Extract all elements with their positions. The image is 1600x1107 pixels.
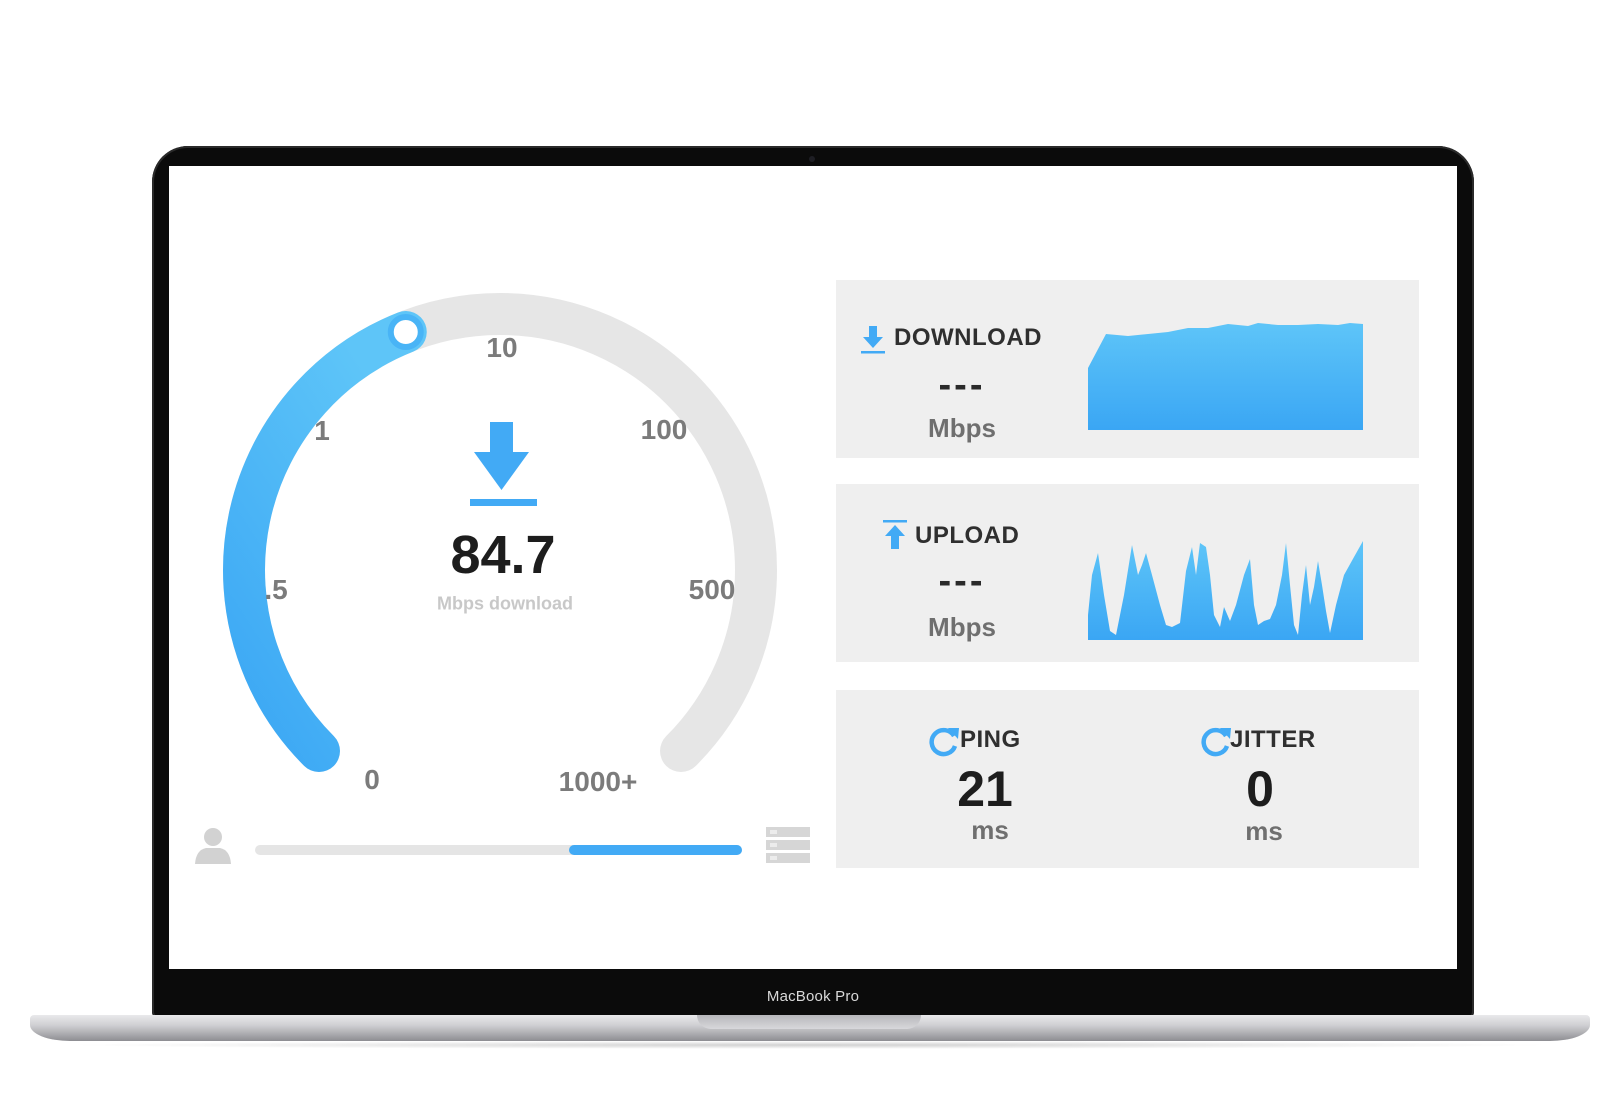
upload-icon (883, 520, 907, 549)
user-icon (195, 828, 231, 864)
gauge-label-100: 100 (640, 414, 688, 445)
ping-title: PING (960, 726, 1021, 753)
download-graph (1088, 323, 1363, 430)
gauge-label-500: 500 (688, 574, 736, 605)
upload-value: --- (938, 560, 986, 602)
download-icon (861, 326, 885, 354)
connection-progress-fill (569, 845, 742, 855)
download-speed-value: 84.7 (450, 525, 556, 585)
jitter-unit: ms (1245, 816, 1283, 846)
download-speed-unit: Mbps download (437, 593, 573, 614)
speedtest-screenshot: MacBook Pro 0 .5 1 10 100 500 1000+ 84.7… (0, 0, 1600, 1107)
jitter-value: 0 (1246, 761, 1274, 817)
upload-unit: Mbps (928, 612, 996, 642)
jitter-refresh-icon (1201, 727, 1231, 757)
ping-jitter-card (836, 690, 1419, 868)
connection-progress-track (255, 845, 742, 855)
upload-graph (1088, 541, 1363, 640)
upload-title: UPLOAD (915, 522, 1020, 549)
ping-refresh-icon (929, 727, 959, 757)
gauge-fill (223, 310, 427, 773)
gauge-label-0: 0 (364, 764, 380, 795)
gauge-label-10: 10 (486, 332, 518, 363)
download-unit: Mbps (928, 413, 996, 443)
jitter-title: JITTER (1230, 726, 1316, 753)
gauge-label-1000: 1000+ (558, 766, 638, 797)
gauge-label-half: .5 (264, 574, 288, 605)
download-arrow-icon (470, 422, 537, 506)
gauge-needle-knob (387, 313, 424, 350)
ping-value: 21 (957, 761, 1013, 817)
download-title: DOWNLOAD (894, 324, 1042, 351)
download-value: --- (938, 364, 986, 406)
ping-unit: ms (971, 815, 1009, 845)
gauge-label-1: 1 (314, 415, 330, 446)
server-icon (766, 827, 810, 863)
